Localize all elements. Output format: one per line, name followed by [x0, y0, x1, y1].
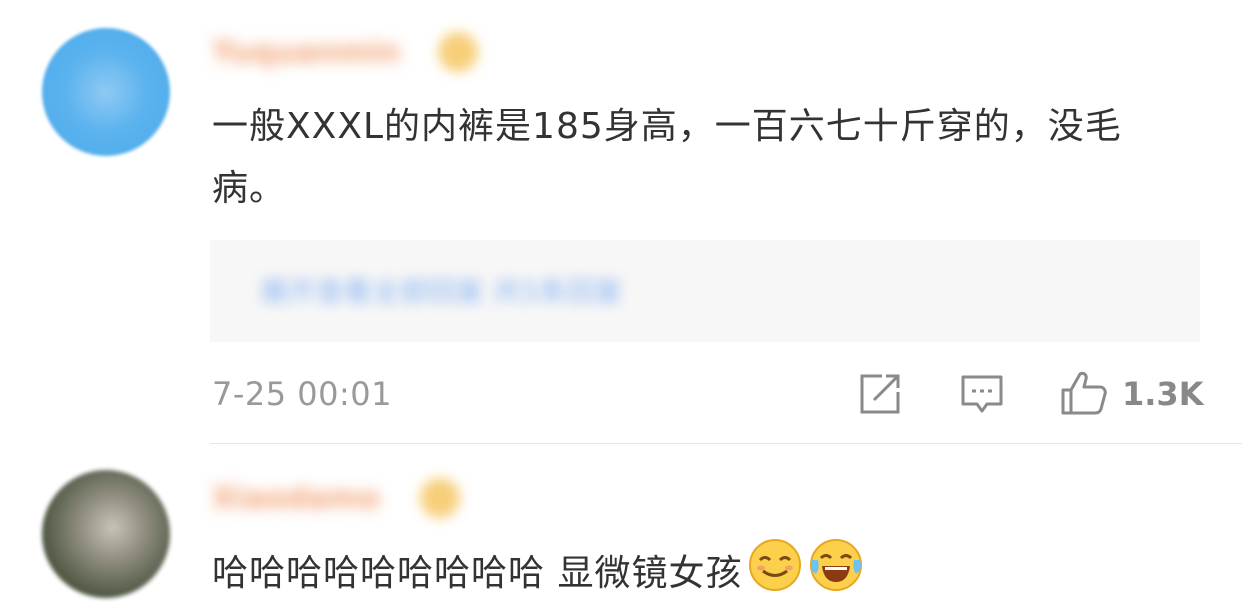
comment-text-content: 哈哈哈哈哈哈哈哈哈 显微镜女孩 [212, 553, 743, 594]
divider [210, 443, 1242, 444]
share-icon[interactable] [858, 372, 902, 416]
smirk-emoji-icon [748, 538, 802, 612]
laugh-cry-emoji-icon [808, 538, 864, 612]
thumbs-up-icon[interactable] [1060, 368, 1108, 416]
comment-icon[interactable] [960, 372, 1004, 416]
comment-text: 一般XXXL的内裤是185身高，一百六七十斤穿的，没毛病。 [212, 106, 1122, 209]
comment-text: 哈哈哈哈哈哈哈哈哈 显微镜女孩 [212, 538, 1212, 600]
reply-preview-box[interactable]: 展开查看全部回复 共5条回复 [210, 240, 1200, 342]
reply-preview-link[interactable]: 展开查看全部回复 共5条回复 [260, 272, 960, 312]
timestamp: 7-25 00:01 [212, 375, 393, 413]
avatar[interactable] [42, 28, 170, 156]
vip-badge-icon [438, 32, 478, 72]
avatar[interactable] [42, 470, 170, 598]
like-count: 1.3K [1122, 375, 1204, 413]
vip-badge-icon [420, 478, 460, 518]
